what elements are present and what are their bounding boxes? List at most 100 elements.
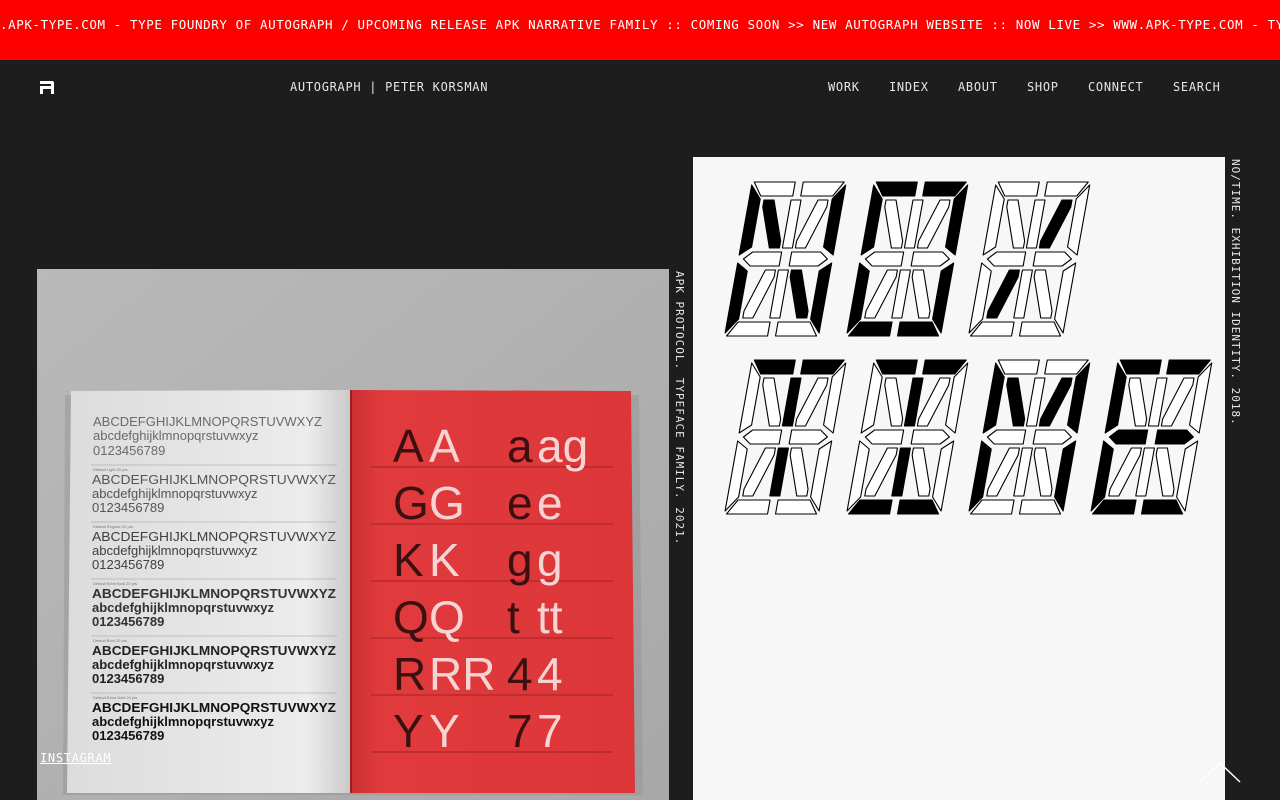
segment-a1 <box>753 181 796 197</box>
segment-a1 <box>1119 359 1162 375</box>
segment-c <box>932 262 955 334</box>
site-header: AUTOGRAPH | PETER KORSMAN WORK INDEX ABO… <box>0 60 1280 116</box>
specimen-lower: abcdefghijklmnopqrstuvwxyz <box>92 543 257 558</box>
segment-g2 <box>910 429 950 445</box>
glyph-dark: A <box>393 420 424 472</box>
segment-a1 <box>997 359 1040 375</box>
glyph-light: ag <box>537 420 588 472</box>
segment-g2 <box>1032 251 1072 267</box>
project-caption-notime[interactable]: NO/TIME. EXHIBITION IDENTITY. 2018. <box>1229 159 1242 426</box>
segment-g1 <box>1108 429 1149 445</box>
specimen-digits: 0123456789 <box>92 671 164 686</box>
segment-d2 <box>896 321 940 337</box>
segment-m <box>789 269 809 319</box>
specimen-upper: ABCDEFGHIJKLMNOPQRSTUVWXYZ <box>92 643 336 658</box>
segment-a1 <box>753 359 796 375</box>
specimen-digits-light: 0123456789 <box>93 443 165 458</box>
glyph-dark: Q <box>393 591 429 643</box>
segment-g2 <box>910 251 950 267</box>
segment-glyph-O <box>846 181 969 337</box>
segment-d2 <box>774 321 818 337</box>
segment-c <box>1176 440 1199 512</box>
specimen-digits: 0123456789 <box>92 614 164 629</box>
glyph-light: Y <box>429 705 460 757</box>
glyph-dark: Y <box>393 705 424 757</box>
glyph-light: A <box>429 420 460 472</box>
instagram-link[interactable]: INSTAGRAM <box>40 751 111 765</box>
segment-h <box>884 377 904 427</box>
segment-g1 <box>986 251 1027 267</box>
specimen-lower-light: abcdefghijklmnopqrstuvwxyz <box>93 428 258 443</box>
segment-c <box>1054 440 1077 512</box>
segment-m <box>1033 269 1053 319</box>
project-card-notime[interactable] <box>693 157 1225 800</box>
segment-c <box>810 262 833 334</box>
specimen-lower: abcdefghijklmnopqrstuvwxyz <box>92 486 257 501</box>
glyph-light: 4 <box>537 648 563 700</box>
segment-f <box>1104 362 1127 434</box>
segment-glyph-T <box>724 359 847 515</box>
glyph-dark: R <box>393 648 426 700</box>
specimen-digits: 0123456789 <box>92 728 164 743</box>
segment-d2 <box>896 499 940 515</box>
segment-c <box>1054 262 1077 334</box>
nav-about[interactable]: ABOUT <box>958 80 998 94</box>
nav-connect[interactable]: CONNECT <box>1088 80 1143 94</box>
specimen-upper: ABCDEFGHIJKLMNOPQRSTUVWXYZ <box>92 586 336 601</box>
glyph-light: G <box>429 477 465 529</box>
segment-h <box>884 199 904 249</box>
segment-a1 <box>875 181 918 197</box>
segment-g1 <box>864 429 905 445</box>
nav-index[interactable]: INDEX <box>889 80 929 94</box>
segment-g2 <box>1154 429 1194 445</box>
segment-d2 <box>774 499 818 515</box>
announcement-ticker: .APK-TYPE.COM - TYPE FOUNDRY OF AUTOGRAP… <box>0 0 1280 60</box>
glyph-light: e <box>537 477 563 529</box>
glyph-dark: 7 <box>507 705 533 757</box>
segment-g1 <box>864 251 905 267</box>
segment-glyph-E <box>1090 359 1213 515</box>
specimen-lower: abcdefghijklmnopqrstuvwxyz <box>92 657 275 672</box>
segment-h <box>762 377 782 427</box>
nav-shop[interactable]: SHOP <box>1027 80 1059 94</box>
specimen-upper: ABCDEFGHIJKLMNOPQRSTUVWXYZ <box>92 472 336 487</box>
nav-search[interactable]: SEARCH <box>1173 80 1221 94</box>
segment-d2 <box>1140 499 1184 515</box>
segment-f <box>738 184 761 256</box>
segment-f <box>738 362 761 434</box>
segment-m <box>911 447 931 497</box>
specimen-digits: 0123456789 <box>92 557 164 572</box>
segment-m <box>911 269 931 319</box>
specimen-upper: ABCDEFGHIJKLMNOPQRSTUVWXYZ <box>92 700 336 715</box>
nav-work[interactable]: WORK <box>828 80 860 94</box>
glyph-light: RR <box>429 648 495 700</box>
chevron-up-icon[interactable] <box>1198 760 1242 784</box>
specimen-upper: ABCDEFGHIJKLMNOPQRSTUVWXYZ <box>92 529 336 544</box>
glyph-dark: a <box>507 420 533 472</box>
segment-h <box>1006 377 1026 427</box>
project-caption-protocol[interactable]: APK PROTOCOL. TYPEFACE FAMILY. 2021. <box>673 271 686 545</box>
glyph-light: 7 <box>537 705 563 757</box>
segment-glyph-slash <box>968 181 1091 337</box>
segment-h <box>1128 377 1148 427</box>
segment-g1 <box>742 429 783 445</box>
segment-c <box>810 440 833 512</box>
segment-glyph-M <box>968 359 1091 515</box>
specimen-digits: 0123456789 <box>92 500 164 515</box>
glyph-dark: G <box>393 477 429 529</box>
site-title[interactable]: AUTOGRAPH | PETER KORSMAN <box>290 80 488 94</box>
specimen-lower: abcdefghijklmnopqrstuvwxyz <box>92 600 275 615</box>
glyph-light: g <box>537 534 563 586</box>
notime-segment-artwork <box>724 181 1213 515</box>
ticker-text: .APK-TYPE.COM - TYPE FOUNDRY OF AUTOGRAP… <box>0 17 1280 32</box>
project-card-protocol[interactable]: ABCDEFGHIJKLMNOPQRSTUVWXYZ abcdefghijklmn… <box>37 269 669 800</box>
segment-m <box>789 447 809 497</box>
segment-d2 <box>1018 499 1062 515</box>
glyph-dark: 4 <box>507 648 533 700</box>
autograph-logo-icon[interactable] <box>39 80 55 95</box>
glyph-dark: g <box>507 534 533 586</box>
segment-a1 <box>875 359 918 375</box>
glyph-dark: K <box>393 534 424 586</box>
segment-g2 <box>788 429 828 445</box>
segment-g1 <box>742 251 783 267</box>
